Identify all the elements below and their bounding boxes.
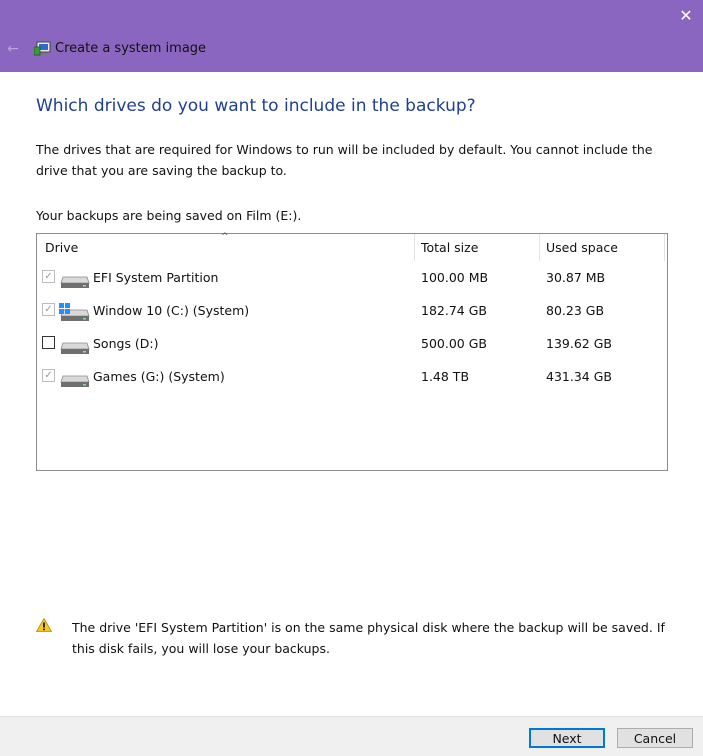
dialog-footer: Next Cancel xyxy=(0,716,703,756)
drive-icon xyxy=(60,276,90,288)
drive-used-space: 139.62 GB xyxy=(546,336,612,351)
warning-icon xyxy=(36,618,52,632)
backup-destination-text: Your backups are being saved on Film (E:… xyxy=(36,208,302,223)
description-text: The drives that are required for Windows… xyxy=(36,142,653,178)
drive-list[interactable]: Drive ^ Total size Used space ✓ EFI Syst… xyxy=(36,232,668,471)
next-button[interactable]: Next xyxy=(529,728,605,748)
checkmark-icon: ✓ xyxy=(44,370,53,381)
drive-name: Songs (D:) xyxy=(93,336,159,351)
drive-checkbox[interactable] xyxy=(42,336,55,349)
close-icon: ✕ xyxy=(679,6,693,25)
drive-name: Window 10 (C:) (System) xyxy=(93,303,250,318)
column-divider[interactable] xyxy=(539,234,540,261)
drive-icon xyxy=(60,342,90,354)
close-button[interactable]: ✕ xyxy=(669,0,703,32)
drive-name: Games (G:) (System) xyxy=(93,369,225,384)
drive-icon xyxy=(60,375,90,387)
drive-total-size: 1.48 TB xyxy=(421,369,470,384)
column-divider[interactable] xyxy=(414,234,415,261)
drive-checkbox[interactable]: ✓ xyxy=(42,270,55,283)
back-arrow-icon: ← xyxy=(7,41,19,57)
cancel-button[interactable]: Cancel xyxy=(617,728,693,748)
column-header-drive[interactable]: Drive xyxy=(45,234,78,261)
back-button[interactable]: ← xyxy=(4,40,22,58)
list-header: Drive ^ Total size Used space xyxy=(37,232,667,261)
column-header-used-space[interactable]: Used space xyxy=(546,234,618,261)
drive-row[interactable]: ✓ EFI System Partition 100.00 MB 30.87 M… xyxy=(37,261,667,294)
column-divider[interactable] xyxy=(664,234,665,261)
page-heading: Which drives do you want to include in t… xyxy=(36,96,476,116)
drive-total-size: 182.74 GB xyxy=(421,303,487,318)
warning-message: The drive 'EFI System Partition' is on t… xyxy=(72,620,665,656)
drive-checkbox[interactable]: ✓ xyxy=(42,303,55,316)
drive-used-space: 80.23 GB xyxy=(546,303,605,318)
drive-row[interactable]: ✓ Games (G:) (System) 1.48 TB 431.34 GB xyxy=(37,360,667,393)
checkmark-icon: ✓ xyxy=(44,304,53,315)
drive-row[interactable]: ✓ Window 10 (C:) (System) 182.74 GB 80.2… xyxy=(37,294,667,327)
windows-drive-icon xyxy=(59,303,90,321)
title-bar: ✕ ← Create a system image xyxy=(0,0,703,72)
drive-used-space: 30.87 MB xyxy=(546,270,606,285)
window-title: Create a system image xyxy=(55,41,207,56)
column-header-total-size[interactable]: Total size xyxy=(421,234,478,261)
drive-name: EFI System Partition xyxy=(93,270,219,285)
drive-used-space: 431.34 GB xyxy=(546,369,612,384)
drive-row[interactable]: Songs (D:) 500.00 GB 139.62 GB xyxy=(37,327,667,360)
checkmark-icon: ✓ xyxy=(44,271,53,282)
sort-ascending-icon: ^ xyxy=(221,232,229,242)
drive-total-size: 500.00 GB xyxy=(421,336,487,351)
drive-total-size: 100.00 MB xyxy=(421,270,489,285)
drive-checkbox[interactable]: ✓ xyxy=(42,369,55,382)
system-image-icon xyxy=(34,41,51,56)
